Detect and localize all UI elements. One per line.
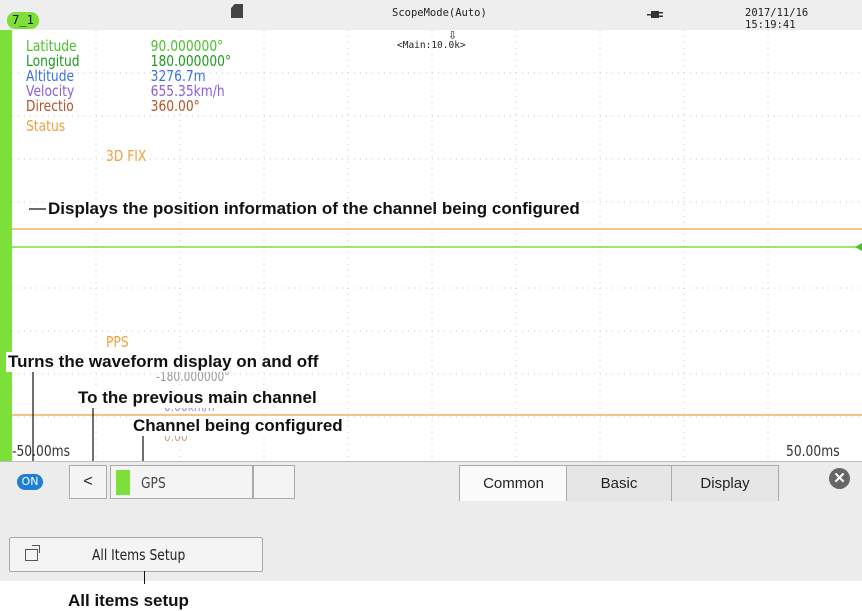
all-items-setup-button[interactable]: All Items Setup — [9, 537, 263, 572]
all-items-setup-label: All Items Setup — [92, 546, 186, 564]
channel-selector[interactable]: GPS — [110, 465, 253, 499]
annotation-all-items: All items setup — [68, 591, 189, 610]
bottom-toolbar: ON < GPS Common Basic Display ✕ — [0, 461, 862, 502]
external-link-icon — [25, 545, 40, 561]
channel-color-swatch — [116, 470, 130, 495]
next-channel-button[interactable] — [253, 465, 295, 499]
previous-channel-button[interactable]: < — [69, 465, 107, 499]
waveform-on-toggle[interactable]: ON — [17, 474, 43, 490]
annotation-channel-configured: Channel being configured — [131, 416, 345, 436]
tab-common[interactable]: Common — [459, 465, 568, 502]
close-icon[interactable]: ✕ — [829, 468, 850, 489]
annotation-leader — [144, 571, 145, 584]
annotation-position-info: Displays the position information of the… — [46, 199, 582, 219]
tab-display[interactable]: Display — [671, 465, 779, 502]
tab-basic[interactable]: Basic — [566, 465, 672, 502]
channel-name: GPS — [141, 474, 166, 492]
settings-panel: All Items Setup — [0, 501, 862, 581]
annotation-previous-channel: To the previous main channel — [76, 388, 319, 408]
annotation-waveform-toggle: Turns the waveform display on and off — [6, 352, 321, 372]
